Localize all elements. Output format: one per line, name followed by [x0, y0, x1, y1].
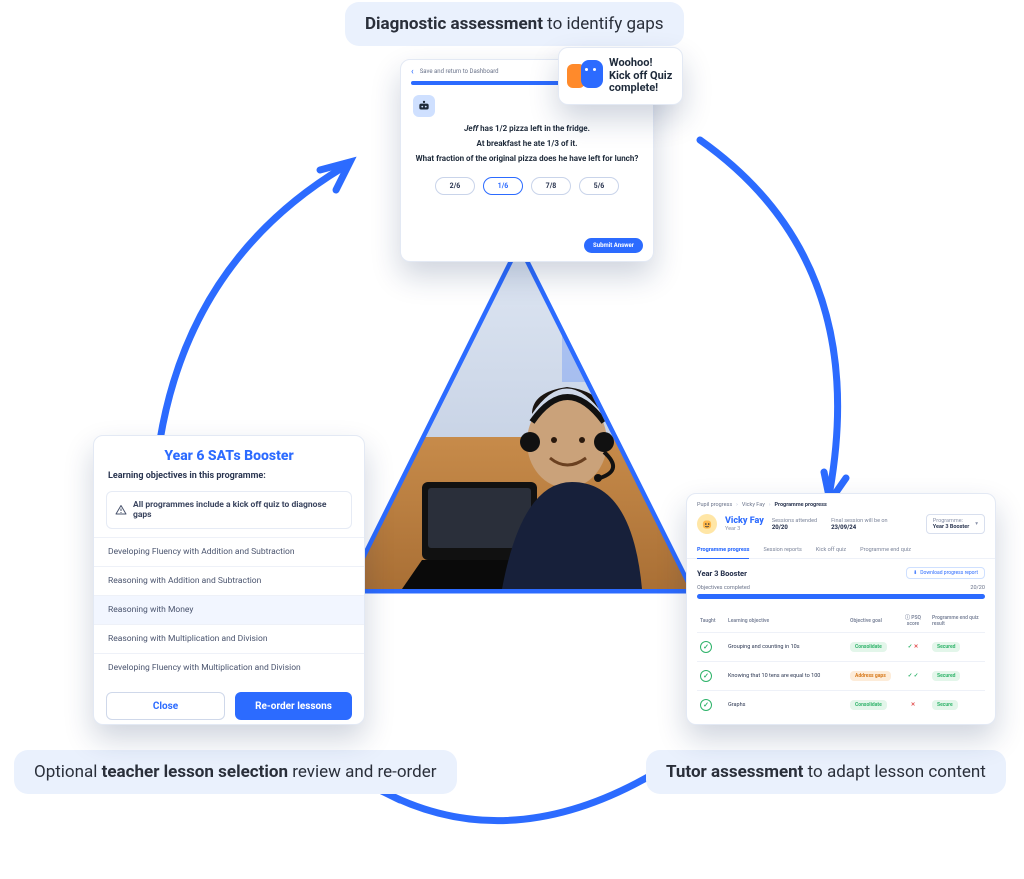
caption-teacher-selection: Optional teacher lesson selection review… [14, 750, 457, 794]
warning-icon [115, 504, 127, 516]
quiz-option[interactable]: 2/6 [435, 177, 475, 195]
download-icon: ⬇ [913, 570, 917, 576]
quiz-options: 2/6 1/6 7/8 5/6 [401, 177, 653, 195]
student-photo-triangle [342, 242, 697, 597]
objective-row[interactable]: Developing Fluency with Multiplication a… [94, 653, 364, 682]
objectives-progress-bar [697, 594, 985, 599]
result-badge: Secured [932, 642, 960, 652]
goal-badge: Consolidate [850, 642, 887, 652]
bot-avatar-icon [413, 95, 435, 117]
tab-programme-end-quiz[interactable]: Programme end quiz [860, 542, 911, 558]
close-button[interactable]: Close [106, 692, 225, 720]
objective-cell: Graphs [725, 691, 847, 720]
psq-score: ✓ ✓ [897, 662, 929, 691]
pupil-name: Vicky Fay [725, 517, 764, 526]
result-badge: Secure [932, 700, 958, 710]
objective-row[interactable]: Developing Fluency with Addition and Sub… [94, 537, 364, 566]
pupil-avatar-icon [697, 514, 717, 534]
taught-check-icon: ✓ [700, 670, 712, 682]
goal-badge: Address gaps [850, 671, 891, 681]
chevron-down-icon: ▾ [975, 521, 978, 527]
objective-row[interactable]: Reasoning with Money [94, 595, 364, 624]
pupil-year: Year 3 [725, 526, 764, 532]
quiz-complete-callout: Woohoo! Kick off Quiz complete! [558, 47, 683, 105]
result-badge: Secured [932, 671, 960, 681]
submit-answer-button[interactable]: Submit Answer [584, 238, 643, 253]
objectives-table: Taught Learning objective Objective goal… [697, 609, 985, 719]
taught-check-icon: ✓ [700, 641, 712, 653]
quiz-option[interactable]: 1/6 [483, 177, 523, 195]
objective-cell: Grouping and counting in 10s [725, 633, 847, 662]
lesson-selection-card: Year 6 SATs Booster Learning objectives … [93, 435, 365, 725]
programme-subtitle: Learning objectives in this programme: [94, 468, 364, 487]
reorder-lessons-button[interactable]: Re-order lessons [235, 692, 352, 720]
objective-row[interactable]: Reasoning with Addition and Subtraction [94, 566, 364, 595]
back-link[interactable]: Save and return to Dashboard [420, 68, 499, 75]
psq-score: ✕ [897, 691, 929, 720]
download-report-button[interactable]: ⬇ Download progress report [906, 567, 985, 579]
table-row: ✓ Knowing that 10 tens are equal to 100Ad… [697, 662, 985, 691]
programme-select[interactable]: Programme: Year 3 Booster ▾ [926, 514, 985, 534]
quiz-option[interactable]: 5/6 [579, 177, 619, 195]
objective-row[interactable]: Reasoning with Multiplication and Divisi… [94, 624, 364, 653]
tab-kick-off-quiz[interactable]: Kick off quiz [816, 542, 846, 558]
programme-title: Year 6 SATs Booster [94, 436, 364, 468]
tab-session-reports[interactable]: Session reports [763, 542, 801, 558]
taught-check-icon: ✓ [700, 699, 712, 711]
psq-score: ✓ ✕ [897, 633, 929, 662]
mascot-icon [567, 58, 603, 94]
quiz-question: Jeff has 1/2 pizza left in the fridge. A… [401, 121, 653, 167]
kickoff-note: All programmes include a kick off quiz t… [106, 491, 352, 529]
caption-tutor-assessment: Tutor assessment to adapt lesson content [646, 750, 1006, 794]
breadcrumb: Pupil progress› Vicky Fay› Programme pro… [687, 494, 995, 510]
table-row: ✓ Grouping and counting in 10sConsolidate… [697, 633, 985, 662]
tutor-assessment-card: Pupil progress› Vicky Fay› Programme pro… [686, 493, 996, 725]
caption-diagnostic: Diagnostic assessment to identify gaps [345, 2, 684, 46]
quiz-option[interactable]: 7/8 [531, 177, 571, 195]
objective-cell: Knowing that 10 tens are equal to 100 [725, 662, 847, 691]
tab-programme-progress[interactable]: Programme progress [697, 542, 749, 559]
table-row: ✓ GraphsConsolidate ✕Secure [697, 691, 985, 720]
section-title: Year 3 Booster [697, 569, 747, 578]
goal-badge: Consolidate [850, 700, 887, 710]
